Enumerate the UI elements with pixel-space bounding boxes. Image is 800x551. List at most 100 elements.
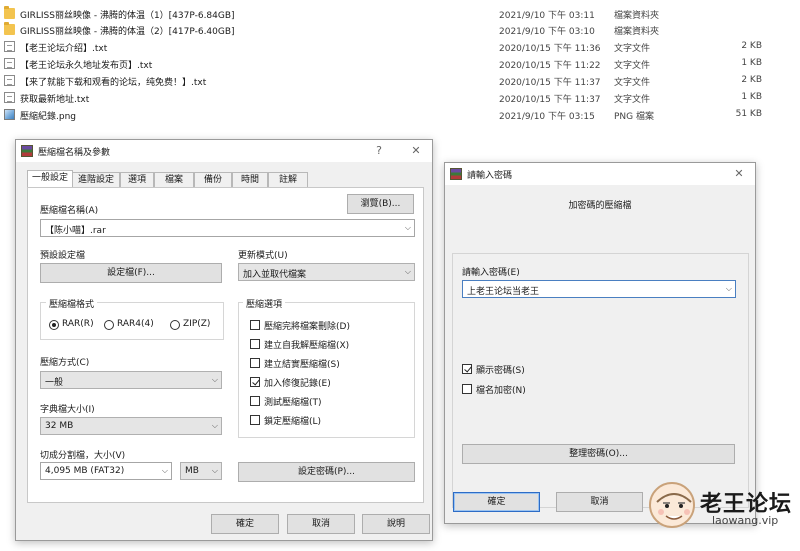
chevron-down-icon: ⌵ <box>211 466 218 475</box>
file-row[interactable]: 【老王论坛介绍】.txt 2020/10/15 下午 11:36 文字文件 2 … <box>2 39 792 55</box>
help-button[interactable]: 說明 <box>362 514 430 534</box>
close-icon[interactable]: ✕ <box>731 166 747 182</box>
dialog-heading: 加密碼的壓縮檔 <box>568 201 632 211</box>
file-row[interactable]: GIRLISS丽丝映像 - 沸腾的体温（2）[417P-6.40GB] 2021… <box>2 22 792 38</box>
image-file-icon <box>4 109 15 120</box>
file-type: PNG 檔案 <box>614 112 654 122</box>
file-size: 1 KB <box>741 92 762 102</box>
dialog-title: 請輸入密碼 <box>467 171 513 181</box>
file-size: 2 KB <box>741 41 762 51</box>
dict-size-select[interactable]: 32 MB ⌵ <box>40 417 222 435</box>
archive-name-label: 壓縮檔名稱(A) <box>40 206 99 216</box>
split-unit-value: MB <box>185 466 199 476</box>
folder-icon <box>4 22 15 35</box>
tab-general[interactable]: 一般設定 <box>27 170 73 188</box>
file-type: 文字文件 <box>614 95 651 105</box>
tab-comment[interactable]: 註解 <box>268 172 308 188</box>
file-name: 【老王论坛永久地址发布页】.txt <box>20 61 153 71</box>
chevron-down-icon: ⌵ <box>211 421 218 430</box>
checkbox-encrypt-names[interactable] <box>462 384 472 394</box>
format-group-title: 壓縮檔格式 <box>46 297 98 310</box>
checkbox-recovery-record[interactable] <box>250 377 260 387</box>
file-type: 檔案資料夾 <box>614 11 660 21</box>
file-date: 2020/10/15 下午 11:37 <box>499 95 601 105</box>
chevron-down-icon: ⌵ <box>404 223 411 232</box>
checkbox-solid-label: 建立結實壓縮檔(S) <box>264 360 340 370</box>
encrypt-names-label: 檔名加密(N) <box>476 386 526 396</box>
checkbox-recovery-record-label: 加入修復記錄(E) <box>264 379 331 389</box>
file-type: 文字文件 <box>614 61 651 71</box>
profiles-button[interactable]: 設定檔(F)... <box>40 263 222 283</box>
file-row[interactable]: 壓縮紀錄.png 2021/9/10 下午 03:15 PNG 檔案 51 KB <box>2 107 792 123</box>
file-date: 2020/10/15 下午 11:37 <box>499 78 601 88</box>
browse-button[interactable]: 瀏覽(B)... <box>347 194 414 214</box>
file-row[interactable]: GIRLISS丽丝映像 - 沸腾的体温（1）[437P-6.84GB] 2021… <box>2 6 792 22</box>
split-unit-select[interactable]: MB ⌵ <box>180 462 222 480</box>
cancel-button[interactable]: 取消 <box>287 514 355 534</box>
dict-size-label: 字典檔大小(I) <box>40 405 95 415</box>
archive-name-input[interactable]: 【陈小喵】.rar ⌵ <box>40 219 415 237</box>
checkbox-delete-after[interactable] <box>250 320 260 330</box>
organize-passwords-button[interactable]: 整理密碼(O)... <box>462 444 735 464</box>
file-date: 2021/9/10 下午 03:11 <box>499 11 595 21</box>
radio-rar-label: RAR(R) <box>62 319 94 329</box>
checkbox-test[interactable] <box>250 396 260 406</box>
tab-files[interactable]: 檔案 <box>154 172 194 188</box>
help-icon[interactable]: ? <box>371 143 387 159</box>
ok-button[interactable]: 確定 <box>211 514 279 534</box>
cancel-button[interactable]: 取消 <box>556 492 643 512</box>
text-file-icon <box>4 58 15 69</box>
radio-rar[interactable] <box>49 320 59 330</box>
split-size-value: 4,095 MB (FAT32) <box>45 466 125 476</box>
file-name: GIRLISS丽丝映像 - 沸腾的体温（1）[437P-6.84GB] <box>20 11 235 21</box>
text-file-icon <box>4 92 15 103</box>
method-select[interactable]: 一般 ⌵ <box>40 371 222 389</box>
archive-name-value: 【陈小喵】.rar <box>45 226 106 236</box>
watermark-url: laowang.vip <box>712 514 779 527</box>
file-row[interactable]: 【来了就能下载和观看的论坛，纯免费！】.txt 2020/10/15 下午 11… <box>2 73 792 89</box>
ok-button[interactable]: 確定 <box>453 492 540 512</box>
checkbox-sfx[interactable] <box>250 339 260 349</box>
title-bar[interactable]: 壓縮檔名稱及參數 ? ✕ <box>16 140 432 162</box>
title-bar[interactable]: 請輸入密碼 ✕ <box>445 163 755 185</box>
password-dialog: 請輸入密碼 ✕ 加密碼的壓縮檔 <box>444 162 756 524</box>
update-mode-value: 加入並取代檔案 <box>243 270 307 280</box>
tab-time[interactable]: 時間 <box>232 172 268 188</box>
method-label: 壓縮方式(C) <box>40 358 90 368</box>
tab-advanced[interactable]: 進階設定 <box>72 172 120 188</box>
radio-rar4[interactable] <box>104 320 114 330</box>
close-icon[interactable]: ✕ <box>408 143 424 159</box>
dict-size-value: 32 MB <box>45 421 74 431</box>
tab-backup[interactable]: 備份 <box>194 172 232 188</box>
checkbox-lock[interactable] <box>250 415 260 425</box>
radio-zip-label: ZIP(Z) <box>183 319 211 329</box>
method-value: 一般 <box>45 378 64 388</box>
set-password-button[interactable]: 設定密碼(P)... <box>238 462 415 482</box>
file-type: 文字文件 <box>614 44 651 54</box>
file-row[interactable]: 【老王论坛永久地址发布页】.txt 2020/10/15 下午 11:22 文字… <box>2 56 792 72</box>
folder-icon <box>4 6 15 19</box>
file-type: 文字文件 <box>614 78 651 88</box>
chevron-down-icon: ⌵ <box>725 284 732 293</box>
radio-zip[interactable] <box>170 320 180 330</box>
checkbox-show-password[interactable] <box>462 364 472 374</box>
file-name: GIRLISS丽丝映像 - 沸腾的体温（2）[417P-6.40GB] <box>20 27 235 37</box>
checkbox-solid[interactable] <box>250 358 260 368</box>
password-input[interactable]: 上老王论坛当老王 ⌵ <box>462 280 736 298</box>
tab-options[interactable]: 選項 <box>120 172 154 188</box>
chevron-down-icon: ⌵ <box>211 375 218 384</box>
split-size-input[interactable]: 4,095 MB (FAT32) ⌵ <box>40 462 172 480</box>
checkbox-test-label: 測試壓縮檔(T) <box>264 398 322 408</box>
checkbox-sfx-label: 建立自我解壓縮檔(X) <box>264 341 350 351</box>
file-type: 檔案資料夾 <box>614 27 660 37</box>
file-date: 2020/10/15 下午 11:22 <box>499 61 601 71</box>
file-size: 1 KB <box>741 58 762 68</box>
file-row[interactable]: 获取最新地址.txt 2020/10/15 下午 11:37 文字文件 1 KB <box>2 90 792 106</box>
chevron-down-icon: ⌵ <box>404 267 411 276</box>
profile-label: 預設設定檔 <box>40 251 86 261</box>
file-name: 【老王论坛介绍】.txt <box>20 44 108 54</box>
password-prompt-label: 請輸入密碼(E) <box>462 268 520 278</box>
options-group-title: 壓縮選項 <box>243 297 286 310</box>
text-file-icon <box>4 75 15 86</box>
update-mode-select[interactable]: 加入並取代檔案 ⌵ <box>238 263 415 281</box>
